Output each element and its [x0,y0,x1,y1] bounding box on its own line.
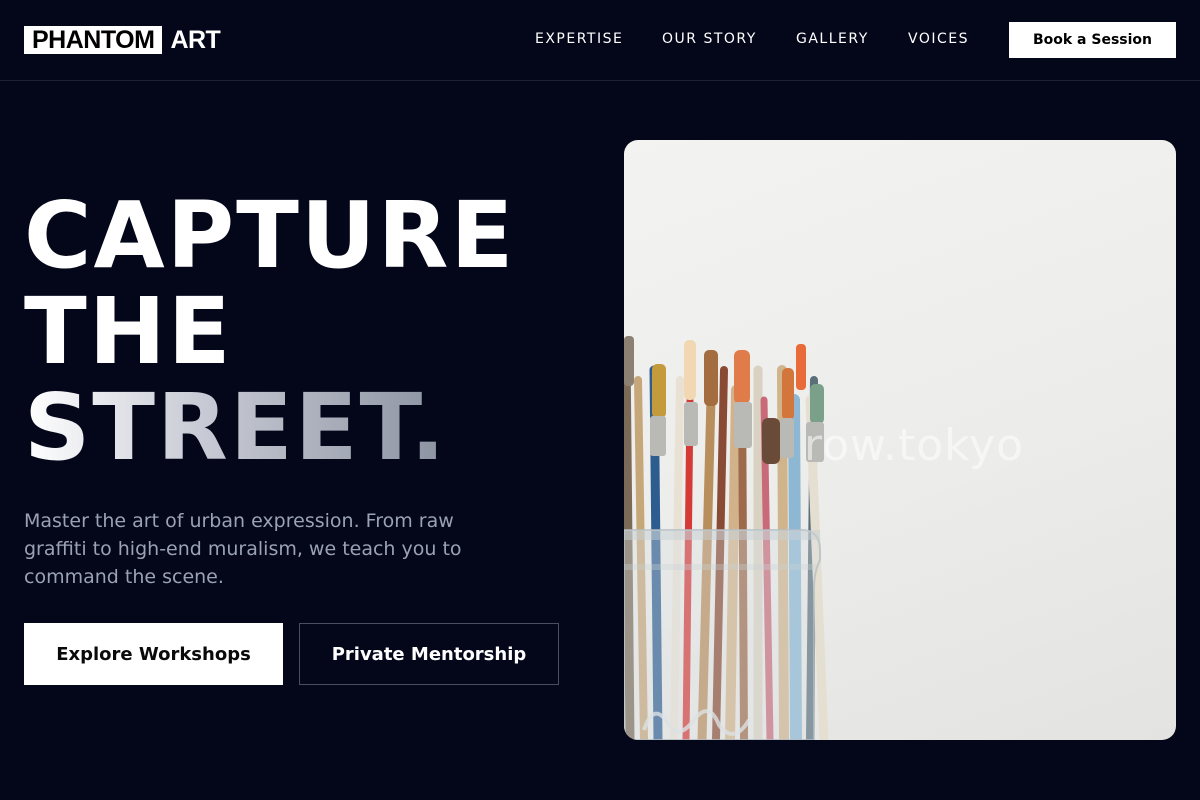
hero-subtext: Master the art of urban expression. From… [24,510,462,588]
book-session-button[interactable]: Book a Session [1009,22,1176,58]
private-mentorship-button[interactable]: Private Mentorship [299,623,559,685]
nav-item-our-story[interactable]: OUR STORY [662,31,757,47]
image-watermark: row.tokyo [804,420,1025,471]
hero-headline: CAPTURE THE STREET. [24,188,515,476]
nav-item-expertise[interactable]: EXPERTISE [535,31,623,47]
headline-line-3: STREET. [24,380,515,476]
logo-box-text: PHANTOM [24,26,163,54]
site-header: PHANTOM ART EXPERTISE OUR STORY GALLERY … [0,0,1200,81]
hero-image-paintbrushes-jar: row.tokyo [624,140,1176,740]
explore-workshops-button[interactable]: Explore Workshops [24,623,283,685]
nav-item-gallery[interactable]: GALLERY [796,31,869,47]
headline-line-2: THE [24,278,233,385]
nav-item-voices[interactable]: VOICES [908,31,969,47]
logo[interactable]: PHANTOM ART [24,25,221,54]
logo-text: ART [170,25,221,54]
headline-line-1: CAPTURE [24,182,516,289]
